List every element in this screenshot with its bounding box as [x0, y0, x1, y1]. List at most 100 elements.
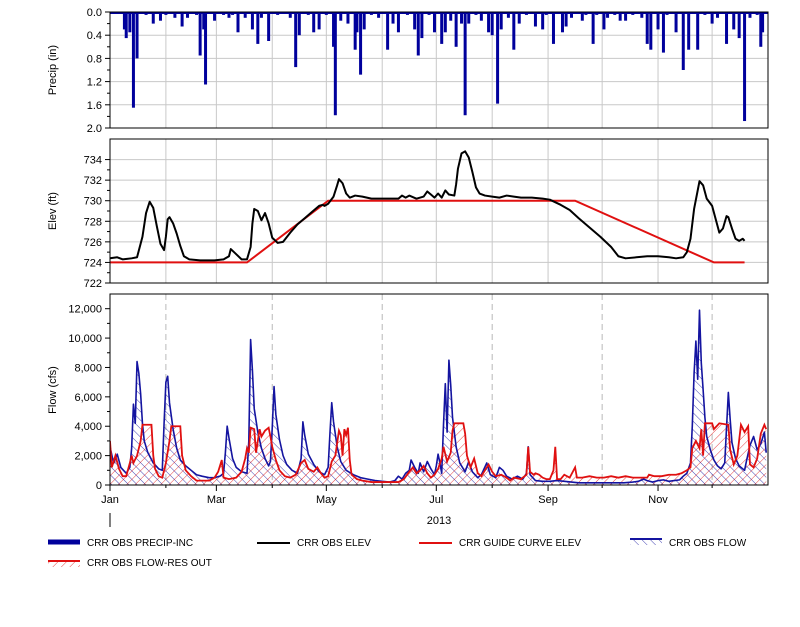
precip-y-tick-label: 0.0: [87, 7, 102, 19]
x-tick-label: Jan: [101, 494, 119, 506]
precip-bar: [180, 12, 184, 27]
elev-panel: 722 724 726 728 730 732 734 Elev (ft): [47, 138, 769, 290]
precip-bar: [512, 12, 516, 50]
x-tick-label: May: [316, 494, 337, 506]
precip-bar: [317, 12, 321, 30]
precip-y-tick-label: 1.6: [87, 100, 102, 112]
flow-y-tick-label: 2,000: [74, 451, 102, 463]
precip-bar: [256, 12, 260, 44]
precip-bar: [602, 12, 606, 30]
precip-bar: [131, 12, 135, 108]
elev-y-tick-label: 732: [84, 175, 102, 187]
precip-bar: [333, 12, 337, 116]
precip-bar: [656, 12, 660, 30]
elev-plot-area: [110, 139, 768, 283]
precip-bar: [687, 12, 691, 50]
precip-bar: [560, 12, 564, 33]
precip-bar: [649, 12, 653, 50]
precip-bar: [250, 12, 254, 30]
precip-bar: [499, 12, 503, 30]
elev-y-ticks: 722 724 726 728 730 732 734: [84, 155, 110, 290]
legend-item-obs-flow: CRR OBS FLOW: [630, 538, 747, 549]
precip-bar: [696, 12, 700, 50]
precip-bar: [355, 12, 359, 33]
elev-y-tick-label: 724: [84, 257, 102, 269]
precip-y-tick-label: 0.4: [87, 30, 102, 42]
legend-item-res-out: CRR OBS FLOW-RES OUT: [48, 558, 212, 569]
precip-bar: [732, 12, 736, 30]
precip-y-tick-label: 2.0: [87, 123, 102, 135]
precip-bar: [645, 12, 649, 44]
precip-bar: [236, 12, 240, 33]
precip-bar: [564, 12, 568, 27]
precip-bar: [533, 12, 537, 27]
precip-bar: [362, 12, 366, 30]
flow-panel: 0 2,000 4,000 6,000 8,000 10,000 12,000 Flow (…: [47, 293, 769, 527]
elev-y-tick-label: 728: [84, 216, 102, 228]
precip-bar: [440, 12, 444, 44]
precip-bar: [490, 12, 494, 36]
precip-bar: [128, 12, 132, 33]
flow-y-tick-label: 8,000: [74, 362, 102, 374]
precip-bar: [413, 12, 417, 30]
flow-y-ticks: 0 2,000 4,000 6,000 8,000 10,000 12,000: [68, 304, 110, 492]
precip-bar: [737, 12, 741, 39]
precip-bar: [359, 12, 363, 75]
elev-y-axis-label: Elev (ft): [47, 192, 59, 230]
precip-bar: [591, 12, 595, 44]
legend-item-guide-curve: CRR GUIDE CURVE ELEV: [419, 538, 581, 549]
precip-bar: [463, 12, 467, 116]
elev-y-tick-label: 734: [84, 155, 102, 167]
precip-bar: [204, 12, 208, 85]
precip-bar: [454, 12, 458, 47]
elev-y-tick-label: 726: [84, 237, 102, 249]
x-tick-label: Jul: [429, 494, 443, 506]
precip-y-ticks: 0.0 0.4 0.8 1.2 1.6 2.0: [87, 7, 110, 135]
flow-y-tick-label: 10,000: [68, 333, 102, 345]
hydrology-chart: 0.0 0.4 0.8 1.2 1.6 2.0 Precip (in) 722 724 726…: [47, 7, 769, 569]
legend-label-obs-flow: CRR OBS FLOW: [669, 538, 747, 549]
x-tick-label: Sep: [538, 494, 558, 506]
precip-bar: [743, 12, 747, 122]
precip-bar: [416, 12, 420, 56]
precip-panel: 0.0 0.4 0.8 1.2 1.6 2.0 Precip (in): [47, 7, 769, 135]
precip-y-tick-label: 0.8: [87, 53, 102, 65]
precip-bar: [487, 12, 491, 33]
precip-bar: [761, 12, 765, 33]
legend-label-obs-elev: CRR OBS ELEV: [297, 538, 371, 549]
precip-bar: [541, 12, 545, 30]
x-tick-label: Nov: [648, 494, 668, 506]
precip-bar: [124, 12, 128, 39]
precip-bar: [297, 12, 301, 36]
elev-y-tick-label: 722: [84, 278, 102, 290]
precip-y-tick-label: 1.2: [87, 77, 102, 89]
flow-y-tick-label: 12,000: [68, 304, 102, 316]
precip-y-axis-label: Precip (in): [47, 45, 59, 95]
flow-y-tick-label: 6,000: [74, 392, 102, 404]
precip-bar: [386, 12, 390, 50]
precip-bar: [294, 12, 298, 68]
precip-bar: [198, 12, 202, 56]
precip-bar: [135, 12, 139, 59]
legend-item-precip: CRR OBS PRECIP-INC: [48, 538, 193, 549]
precip-bar: [725, 12, 729, 44]
precip-bar: [496, 12, 500, 104]
x-axis-ticks: Jan Mar May Jul Sep Nov: [101, 485, 713, 506]
precip-bar: [551, 12, 555, 44]
precip-bar: [661, 12, 665, 53]
precip-bar: [420, 12, 424, 39]
legend: CRR OBS PRECIP-INC CRR OBS ELEV CRR GUID…: [48, 538, 747, 569]
precip-bar: [432, 12, 436, 33]
flow-y-axis-label: Flow (cfs): [47, 366, 59, 414]
precip-bar: [312, 12, 316, 33]
precip-bar: [396, 12, 400, 33]
flow-y-tick-label: 0: [96, 480, 102, 492]
precip-bar: [267, 12, 271, 41]
flow-y-tick-label: 4,000: [74, 421, 102, 433]
precip-bar: [674, 12, 678, 33]
legend-label-precip: CRR OBS PRECIP-INC: [87, 538, 193, 549]
precip-bar: [681, 12, 685, 70]
precip-bar: [443, 12, 447, 33]
legend-label-guide-curve: CRR GUIDE CURVE ELEV: [459, 538, 581, 549]
legend-item-obs-elev: CRR OBS ELEV: [257, 538, 371, 549]
